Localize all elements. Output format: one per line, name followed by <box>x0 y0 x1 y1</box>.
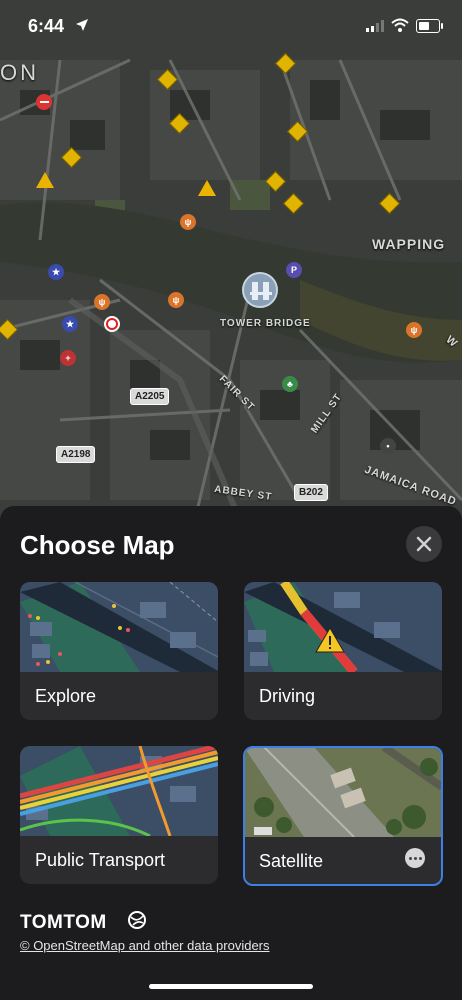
close-button[interactable] <box>406 526 442 562</box>
map-option-driving[interactable]: Driving <box>244 582 442 720</box>
map-option-explore[interactable]: Explore <box>20 582 218 720</box>
road-shield-a2198: A2198 <box>56 446 96 463</box>
restaurant-icon[interactable]: ψ <box>180 214 196 230</box>
more-icon[interactable] <box>405 848 425 868</box>
restaurant-icon[interactable]: ψ <box>168 292 184 308</box>
home-indicator <box>149 984 313 989</box>
attraction-star-icon[interactable]: ★ <box>48 264 64 280</box>
restaurant-icon[interactable]: ψ <box>94 294 110 310</box>
map-option-label: Driving <box>259 686 316 706</box>
public-transport-thumbnail <box>20 746 218 836</box>
cellular-signal-icon <box>366 20 384 32</box>
status-time: 6:44 <box>28 16 65 36</box>
map-label-wapping: WAPPING <box>372 236 446 252</box>
attribution-link[interactable]: © OpenStreetMap and other data providers <box>20 938 270 953</box>
warning-icon[interactable] <box>36 172 54 188</box>
attraction-star-icon[interactable]: ★ <box>62 316 78 332</box>
map-option-label: Explore <box>35 686 97 706</box>
tomtom-globe-icon <box>127 910 147 935</box>
tomtom-logo: TOMTOM <box>20 912 107 933</box>
map-option-label: Public Transport <box>35 850 166 870</box>
driving-thumbnail <box>244 582 442 672</box>
map-area-label: ON <box>0 60 39 85</box>
choose-map-sheet: Choose Map Explore Driving Public Transp… <box>0 506 462 1000</box>
no-entry-icon[interactable] <box>36 94 52 110</box>
underground-station-icon[interactable] <box>104 316 120 332</box>
road-shield-b202: B202 <box>294 484 328 501</box>
map-option-public-transport[interactable]: Public Transport <box>20 746 218 884</box>
close-icon <box>416 536 432 552</box>
location-arrow-icon <box>75 18 89 32</box>
parking-icon[interactable]: P <box>286 262 302 278</box>
place-icon[interactable]: • <box>380 438 396 454</box>
map-option-label: Satellite <box>259 851 324 871</box>
status-bar: 6:44 <box>0 0 462 54</box>
road-shield-a2205: A2205 <box>130 388 170 405</box>
warning-icon[interactable] <box>198 180 216 196</box>
satellite-map[interactable]: ON WAPPING TOWER BRIDGE FAIR ST MILL ST … <box>0 0 462 540</box>
map-label-tower-bridge: TOWER BRIDGE <box>220 318 311 329</box>
map-option-satellite[interactable]: Satellite <box>243 746 443 886</box>
battery-icon <box>416 19 443 33</box>
park-icon[interactable]: ♣ <box>282 376 298 392</box>
sheet-title: Choose Map <box>20 530 175 560</box>
satellite-thumbnail <box>245 748 441 837</box>
hospital-icon[interactable]: + <box>60 350 76 366</box>
wifi-icon <box>391 18 409 32</box>
restaurant-icon[interactable]: ψ <box>406 322 422 338</box>
tower-bridge-poi-icon[interactable] <box>242 272 278 308</box>
explore-thumbnail <box>20 582 218 672</box>
